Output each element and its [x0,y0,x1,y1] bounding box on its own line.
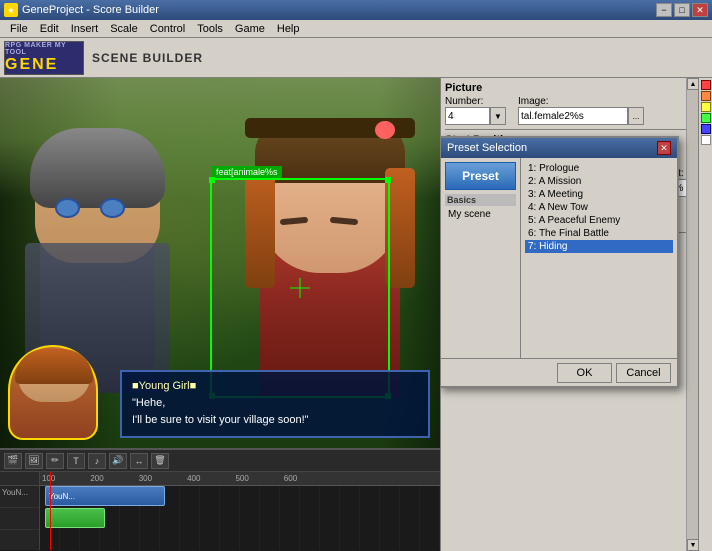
scroll-up-btn[interactable]: ▲ [687,78,699,90]
main-area: feat[animale%s ■Young Girl■ "Hehe,I'll b… [0,78,712,551]
tl-icon-sound[interactable]: 🔊 [109,453,127,469]
tl-icon-music[interactable]: ♪ [88,453,106,469]
preset-close-button[interactable]: ✕ [657,141,671,155]
track-clip-2[interactable] [45,508,105,528]
tl-icon-image[interactable]: 🖼 [25,453,43,469]
app-icon: ★ [4,3,18,17]
ok-button[interactable]: OK [557,363,612,383]
cancel-button[interactable]: Cancel [616,363,671,383]
preset-button[interactable]: Preset [445,162,516,190]
image-label: Image: [518,96,644,107]
preset-titlebar: Preset Selection ✕ [441,138,677,158]
color-red[interactable] [701,80,711,90]
preset-dialog-title: Preset Selection [447,142,527,154]
close-button[interactable]: ✕ [692,3,708,17]
color-white[interactable] [701,135,711,145]
menu-insert[interactable]: Insert [65,22,105,36]
menu-file[interactable]: File [4,22,34,36]
category-my-scene[interactable]: My scene [445,208,516,221]
preset-dialog-footer: OK Cancel [441,358,677,386]
maximize-button[interactable]: □ [674,3,690,17]
image-dropdown-btn[interactable]: ... [628,107,644,125]
preset-dialog-container: Preset Selection ✕ Preset Basics My scen… [440,136,679,388]
preset-item-2[interactable]: 2: A Mission [525,175,673,188]
tl-icon-delete[interactable]: 🗑 [151,453,169,469]
color-yellow[interactable] [701,102,711,112]
menu-help[interactable]: Help [271,22,306,36]
picture-row: Number: ▼ Image: ... [445,96,708,125]
scene-canvas[interactable]: feat[animale%s ■Young Girl■ "Hehe,I'll b… [0,78,440,448]
titlebar: ★ GeneProject - Score Builder − □ ✕ [0,0,712,20]
menu-game[interactable]: Game [229,22,271,36]
preset-item-6[interactable]: 6: The Final Battle [525,227,673,240]
timeline-toolbar: 🎬 🖼 ✏ T ♪ 🔊 ↔ 🗑 [0,450,440,472]
picture-title: Picture [445,82,708,94]
scene-canvas-container: feat[animale%s ■Young Girl■ "Hehe,I'll b… [0,78,440,551]
divider-1 [445,129,708,130]
menu-edit[interactable]: Edit [34,22,65,36]
logo-subtitle: RPG MAKER MY TOOL [5,42,83,56]
tl-icon-scene[interactable]: 🎬 [4,453,22,469]
tl-icon-draw[interactable]: ✏ [46,453,64,469]
right-panel: Picture Number: ▼ Image: ... [440,78,712,551]
menu-control[interactable]: Control [144,22,191,36]
left-panel: feat[animale%s ■Young Girl■ "Hehe,I'll b… [0,78,440,551]
preset-item-1[interactable]: 1: Prologue [525,162,673,175]
minimize-button[interactable]: − [656,3,672,17]
number-input[interactable] [445,107,490,125]
menu-tools[interactable]: Tools [191,22,229,36]
timeline-tracks: YouN... 100 200 300 400 500 600 [0,472,440,550]
preset-item-3[interactable]: 3: A Meeting [525,188,673,201]
color-green[interactable] [701,113,711,123]
menu-scale[interactable]: Scale [104,22,144,36]
preset-item-7[interactable]: 7: Hiding [525,240,673,253]
app-logo: RPG MAKER MY TOOL GENE [4,41,84,75]
toolbar-title: SCENE BUILDER [92,51,203,65]
preset-right-panel: 1: Prologue 2: A Mission 3: A Meeting 4:… [521,158,677,358]
track-clip-1[interactable]: YouN... [45,486,165,506]
color-orange[interactable] [701,91,711,101]
timeline-area: 🎬 🖼 ✏ T ♪ 🔊 ↔ 🗑 YouN... [0,448,440,551]
character-right [240,113,420,398]
category-basics: Basics [445,194,516,206]
character-small [8,345,98,440]
preset-left-panel: Preset Basics My scene [441,158,521,358]
preset-content: Preset Basics My scene 1: Prologue 2: A … [441,158,677,358]
dialog-text: "Hehe,I'll be sure to visit your village… [132,395,418,428]
titlebar-title: GeneProject - Score Builder [22,4,159,16]
preset-dialog: Preset Selection ✕ Preset Basics My scen… [440,136,679,388]
tl-icon-move[interactable]: ↔ [130,453,148,469]
image-input[interactable] [518,107,628,125]
dialog-box: ■Young Girl■ "Hehe,I'll be sure to visit… [120,370,430,438]
number-label: Number: [445,96,506,107]
titlebar-buttons[interactable]: − □ ✕ [656,3,708,17]
titlebar-left: ★ GeneProject - Score Builder [4,3,159,17]
menubar: File Edit Insert Scale Control Tools Gam… [0,20,712,38]
timeline-ruler: 100 200 300 400 500 600 [40,472,440,486]
tl-icon-text[interactable]: T [67,453,85,469]
track-labels: YouN... [0,472,40,550]
scroll-down-btn[interactable]: ▼ [687,539,699,551]
preset-item-5[interactable]: 5: A Peaceful Enemy [525,214,673,227]
color-blue[interactable] [701,124,711,134]
color-swatches [698,78,712,551]
track-area[interactable]: 100 200 300 400 500 600 YouN... [40,472,440,550]
dialog-character-name: ■Young Girl■ [132,380,418,392]
scroll-track [687,90,698,539]
panel-scrollbar: ▲ ▼ [686,78,698,551]
picture-section: Picture Number: ▼ Image: ... [445,82,708,125]
number-dropdown-btn[interactable]: ▼ [490,107,506,125]
preset-item-4[interactable]: 4: A New Tow [525,201,673,214]
logo-name: GENE [5,56,83,74]
toolbar: RPG MAKER MY TOOL GENE SCENE BUILDER [0,38,712,78]
